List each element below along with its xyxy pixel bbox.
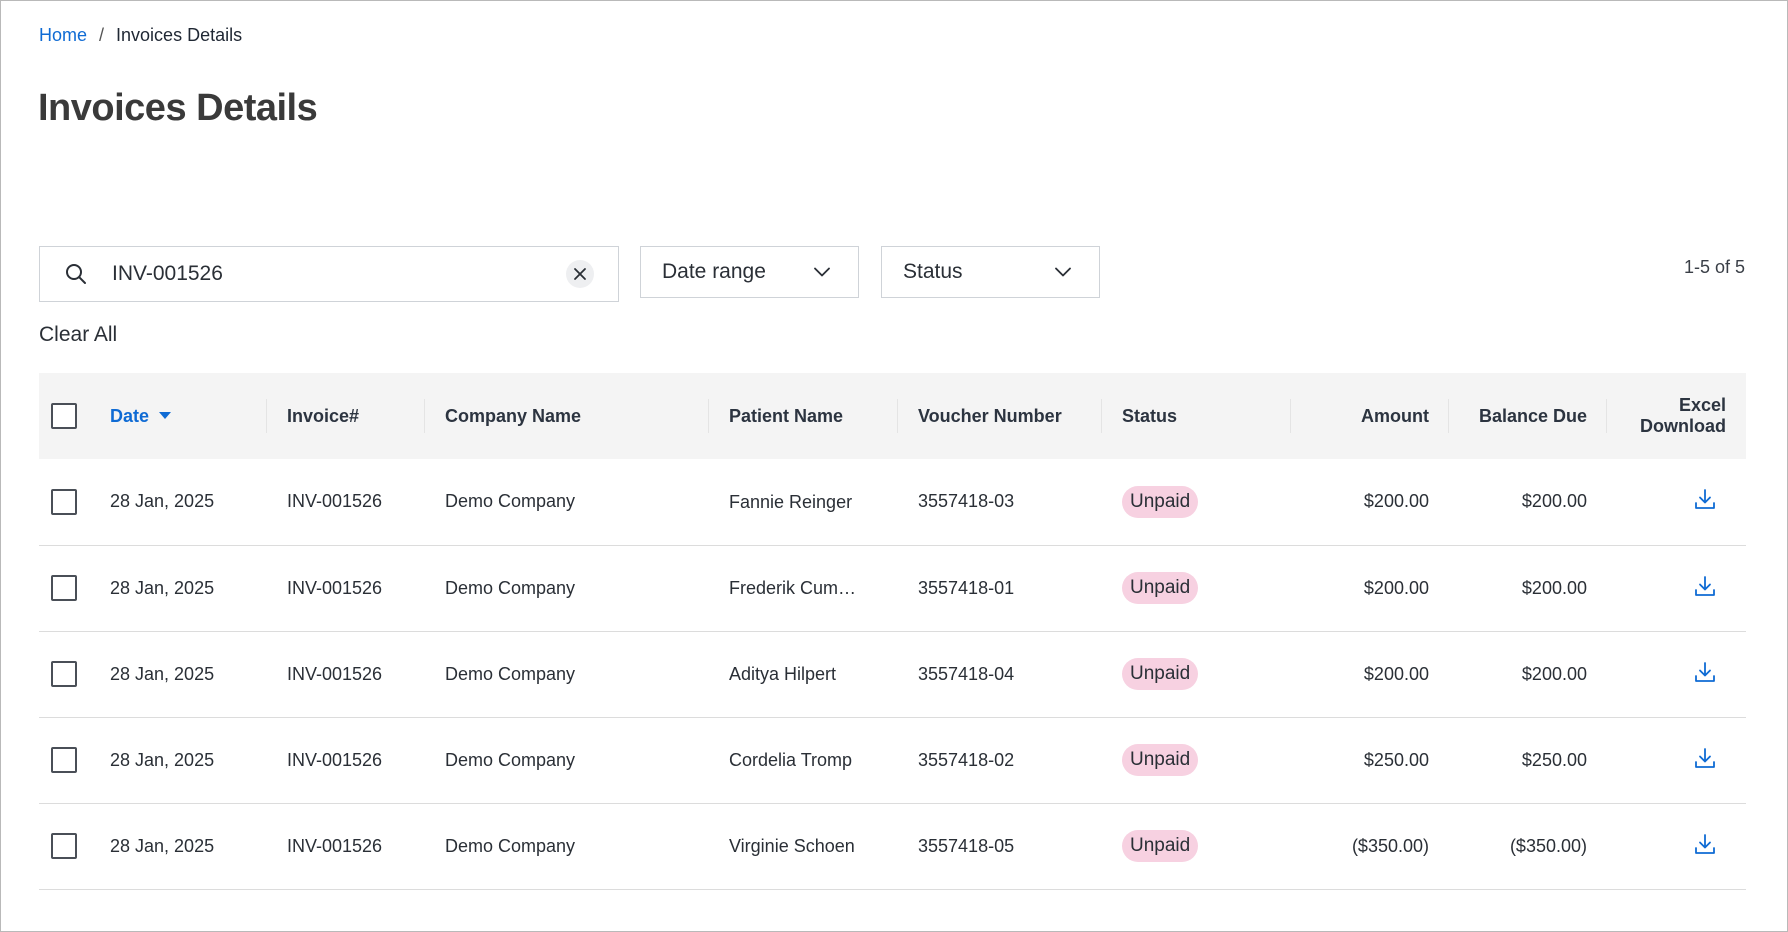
row-balance: $200.00 <box>1521 663 1587 684</box>
invoices-table: Date Invoice# Company Name Patient Name … <box>39 373 1746 890</box>
excel-download-button[interactable] <box>1694 575 1716 597</box>
row-patient: Cordelia Tromp <box>729 749 853 770</box>
row-invoice: INV-001526 <box>287 663 383 684</box>
row-invoice: INV-001526 <box>287 491 383 512</box>
row-patient: Fannie Reinger <box>729 491 853 512</box>
voucher-header: Voucher Number <box>898 373 1102 459</box>
row-company: Demo Company <box>445 835 576 856</box>
excel-header-line2: Download <box>1640 416 1726 436</box>
row-checkbox[interactable] <box>51 575 77 601</box>
clear-search-button[interactable] <box>566 260 594 288</box>
excel-download-button[interactable] <box>1694 661 1716 683</box>
chevron-down-icon <box>814 267 830 277</box>
row-patient: Virginie Schoen <box>729 835 855 856</box>
row-date: 28 Jan, 2025 <box>110 663 215 684</box>
pagination-info: 1-5 of 5 <box>1683 257 1745 277</box>
status-badge: Unpaid <box>1122 830 1199 862</box>
table-row: 28 Jan, 2025 INV-001526 Demo Company Adi… <box>39 631 1746 717</box>
row-date: 28 Jan, 2025 <box>110 491 215 512</box>
status-filter-label: Status <box>903 260 963 283</box>
row-date: 28 Jan, 2025 <box>110 577 215 598</box>
row-invoice: INV-001526 <box>287 749 383 770</box>
close-icon <box>574 268 586 280</box>
row-patient: Frederik Cum… <box>729 577 857 598</box>
excel-download-header: Excel Download <box>1607 373 1746 459</box>
table-row: 28 Jan, 2025 INV-001526 Demo Company Fre… <box>39 545 1746 631</box>
date-range-dropdown[interactable]: Date range <box>640 246 859 298</box>
status-badge: Unpaid <box>1122 658 1199 690</box>
invoice-header: Invoice# <box>267 373 425 459</box>
sort-desc-icon <box>159 412 172 419</box>
row-voucher: 3557418-02 <box>918 749 1015 770</box>
row-company: Demo Company <box>445 491 576 512</box>
row-patient: Aditya Hilpert <box>729 663 837 684</box>
search-box <box>39 246 619 302</box>
row-date: 28 Jan, 2025 <box>110 749 215 770</box>
row-voucher: 3557418-05 <box>918 835 1015 856</box>
clear-all-button[interactable]: Clear All <box>39 323 117 347</box>
row-amount: $250.00 <box>1363 749 1429 770</box>
row-voucher: 3557418-04 <box>918 663 1015 684</box>
row-checkbox[interactable] <box>51 833 77 859</box>
row-balance: $250.00 <box>1521 749 1587 770</box>
row-amount: $200.00 <box>1363 663 1429 684</box>
row-balance: ($350.00) <box>1509 835 1587 856</box>
balance-header: Balance Due <box>1449 373 1607 459</box>
row-amount: $200.00 <box>1363 491 1429 512</box>
select-all-checkbox[interactable] <box>51 403 77 429</box>
download-icon <box>1695 833 1715 854</box>
page-title: Invoices Details <box>38 87 318 129</box>
status-header: Status <box>1102 373 1291 459</box>
excel-download-button[interactable] <box>1694 833 1716 855</box>
download-icon <box>1695 747 1715 768</box>
row-balance: $200.00 <box>1521 577 1587 598</box>
row-amount: $200.00 <box>1363 577 1429 598</box>
search-icon <box>40 262 112 286</box>
date-range-label: Date range <box>662 260 766 283</box>
row-invoice: INV-001526 <box>287 835 383 856</box>
status-badge: Unpaid <box>1122 744 1199 776</box>
row-invoice: INV-001526 <box>287 577 383 598</box>
download-icon <box>1695 489 1715 510</box>
row-company: Demo Company <box>445 577 576 598</box>
row-voucher: 3557418-03 <box>918 491 1015 512</box>
company-header: Company Name <box>425 373 709 459</box>
row-checkbox[interactable] <box>51 488 77 515</box>
download-icon <box>1695 575 1715 596</box>
status-badge: Unpaid <box>1122 485 1199 518</box>
search-input[interactable] <box>112 247 566 301</box>
excel-download-button[interactable] <box>1694 488 1716 510</box>
status-dropdown[interactable]: Status <box>881 246 1100 298</box>
excel-header-line1: Excel <box>1678 395 1726 415</box>
patient-header: Patient Name <box>709 373 898 459</box>
breadcrumb: Home / Invoices Details <box>39 25 242 46</box>
amount-header: Amount <box>1291 373 1449 459</box>
sort-by-date-header[interactable]: Date <box>110 405 172 427</box>
row-amount: ($350.00) <box>1351 835 1429 856</box>
download-icon <box>1695 661 1715 682</box>
chevron-down-icon <box>1055 267 1071 277</box>
row-checkbox[interactable] <box>51 747 77 773</box>
table-row: 28 Jan, 2025 INV-001526 Demo Company Vir… <box>39 803 1746 889</box>
breadcrumb-current: Invoices Details <box>116 25 243 45</box>
row-checkbox[interactable] <box>51 661 77 687</box>
table-header-row: Date Invoice# Company Name Patient Name … <box>39 373 1746 459</box>
row-date: 28 Jan, 2025 <box>110 835 215 856</box>
table-row: 28 Jan, 2025 INV-001526 Demo Company Cor… <box>39 717 1746 803</box>
row-balance: $200.00 <box>1521 491 1587 512</box>
row-company: Demo Company <box>445 749 576 770</box>
status-badge: Unpaid <box>1122 572 1199 604</box>
table-row: 28 Jan, 2025 INV-001526 Demo Company Fan… <box>39 459 1746 545</box>
date-header-label: Date <box>110 405 150 426</box>
excel-download-button[interactable] <box>1694 747 1716 769</box>
breadcrumb-separator: / <box>99 25 105 45</box>
row-company: Demo Company <box>445 663 576 684</box>
breadcrumb-home-link[interactable]: Home <box>39 25 87 46</box>
row-voucher: 3557418-01 <box>918 577 1015 598</box>
page-frame: Home / Invoices Details Invoices Details… <box>0 0 1788 932</box>
